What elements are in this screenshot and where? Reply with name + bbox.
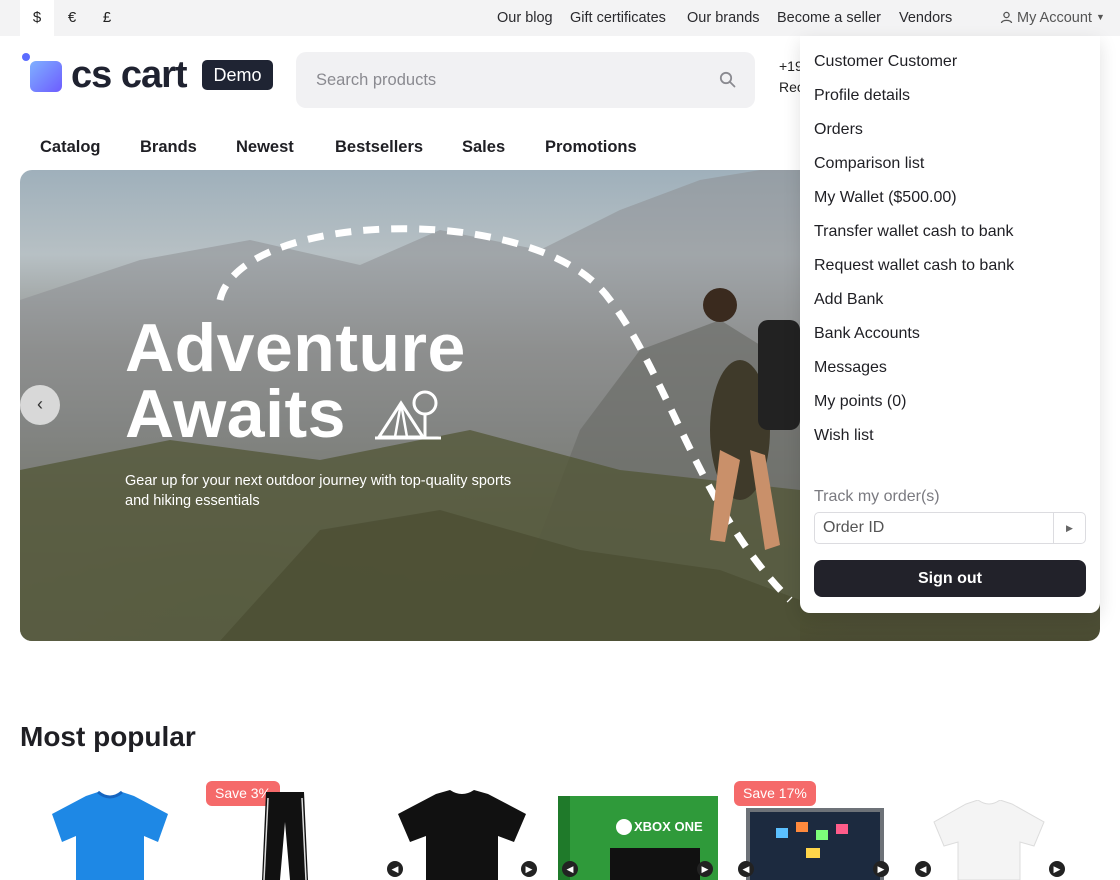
link-vendors[interactable]: Vendors — [899, 10, 952, 26]
user-icon — [1000, 11, 1013, 24]
hero-title: Adventure Awaits — [125, 310, 466, 448]
dropdown-item-add-bank[interactable]: Add Bank — [814, 291, 883, 309]
hero-prev-button[interactable]: ‹ — [20, 385, 60, 425]
search-bar — [296, 52, 755, 108]
dropdown-item-transfer-wallet[interactable]: Transfer wallet cash to bank — [814, 223, 1014, 241]
dropdown-item-bank-accounts[interactable]: Bank Accounts — [814, 325, 920, 343]
product-prev-button[interactable]: ◀ — [562, 861, 578, 877]
chevron-left-icon: ‹ — [37, 394, 43, 414]
top-bar: $ € £ Our blog Gift certificates Our bra… — [0, 0, 1120, 36]
product-next-button[interactable]: ▶ — [697, 861, 713, 877]
product-next-button[interactable]: ▶ — [1049, 861, 1065, 877]
logo-mark — [30, 61, 62, 92]
product-card-black-tshirt[interactable] — [394, 788, 530, 880]
track-order-submit-button[interactable]: ▶ — [1053, 513, 1085, 543]
link-gift-certificates[interactable]: Gift certificates — [570, 10, 666, 26]
white-tshirt-image — [933, 799, 1045, 880]
hero-title-line2-text: Awaits — [125, 376, 346, 452]
order-id-input[interactable] — [823, 518, 1043, 538]
search-input[interactable] — [316, 68, 696, 92]
nav-catalog[interactable]: Catalog — [40, 138, 101, 157]
phone-number: +19 — [779, 58, 800, 74]
product-card-smart-tv[interactable] — [746, 808, 884, 880]
dropdown-item-profile-details[interactable]: Profile details — [814, 87, 910, 105]
blue-tshirt-image — [52, 790, 168, 880]
product-card-xbox-one[interactable]: XBOX ONE — [558, 796, 718, 880]
my-account-button[interactable]: My Account ▼ — [1000, 10, 1105, 26]
hero-subtitle: Gear up for your next outdoor journey wi… — [125, 473, 512, 509]
product-next-button[interactable]: ▶ — [873, 861, 889, 877]
search-icon[interactable] — [719, 71, 736, 93]
currency-gbp[interactable]: £ — [90, 0, 124, 36]
link-our-brands[interactable]: Our brands — [687, 10, 760, 26]
nav-sales[interactable]: Sales — [462, 138, 505, 157]
dropdown-item-my-points[interactable]: My points (0) — [814, 393, 906, 411]
nav-brands[interactable]: Brands — [140, 138, 197, 157]
dropdown-item-wish-list[interactable]: Wish list — [814, 427, 874, 445]
xbox-label: XBOX ONE — [634, 819, 703, 834]
logo-text: cs cart — [71, 54, 188, 96]
link-become-seller[interactable]: Become a seller — [777, 10, 881, 26]
black-tshirt-image — [398, 790, 526, 880]
save-badge: Save 17% — [734, 781, 816, 806]
dropdown-item-messages[interactable]: Messages — [814, 359, 887, 377]
logo-dot — [22, 53, 30, 61]
play-right-icon: ▶ — [1066, 523, 1073, 533]
currency-eur[interactable]: € — [55, 0, 89, 36]
chevron-left-icon: ◀ — [919, 864, 927, 874]
product-card-white-tshirt[interactable] — [930, 799, 1048, 880]
chevron-left-icon: ◀ — [391, 864, 399, 874]
smart-tv-image — [746, 808, 884, 880]
nav-promotions[interactable]: Promotions — [545, 138, 637, 157]
chevron-right-icon: ▶ — [701, 864, 709, 874]
sign-out-button[interactable]: Sign out — [814, 560, 1086, 597]
dropdown-item-my-wallet[interactable]: My Wallet ($500.00) — [814, 189, 957, 207]
request-call-link[interactable]: Rec — [779, 79, 800, 95]
product-card-track-pants[interactable] — [260, 792, 310, 880]
product-prev-button[interactable]: ◀ — [915, 861, 931, 877]
account-dropdown: Customer Customer Profile details Orders… — [800, 36, 1100, 613]
xbox-box-image — [558, 796, 718, 880]
nav-bestsellers[interactable]: Bestsellers — [335, 138, 423, 157]
track-order-label: Track my order(s) — [814, 488, 940, 505]
nav-newest[interactable]: Newest — [236, 138, 294, 157]
dropdown-item-orders[interactable]: Orders — [814, 121, 863, 139]
product-prev-button[interactable]: ◀ — [738, 861, 754, 877]
track-pants-image — [262, 792, 308, 880]
chevron-right-icon: ▶ — [1053, 864, 1061, 874]
product-next-button[interactable]: ▶ — [521, 861, 537, 877]
hero-title-line1: Adventure — [125, 310, 466, 386]
tent-tree-icon — [375, 390, 442, 440]
product-prev-button[interactable]: ◀ — [387, 861, 403, 877]
dropdown-item-comparison-list[interactable]: Comparison list — [814, 155, 924, 173]
section-title-most-popular: Most popular — [20, 721, 196, 752]
currency-usd[interactable]: $ — [20, 0, 54, 36]
hero-title-line2: Awaits — [125, 380, 466, 448]
dropdown-item-request-wallet[interactable]: Request wallet cash to bank — [814, 257, 1014, 275]
link-our-blog[interactable]: Our blog — [497, 10, 553, 26]
chevron-left-icon: ◀ — [742, 864, 750, 874]
dropdown-item-customer-name[interactable]: Customer Customer — [814, 53, 957, 71]
chevron-left-icon: ◀ — [566, 864, 574, 874]
my-account-label: My Account — [1017, 10, 1092, 26]
caret-down-icon: ▼ — [1095, 12, 1105, 22]
product-card-blue-tshirt[interactable] — [48, 780, 172, 880]
order-id-field: ▶ — [814, 512, 1086, 544]
demo-badge: Demo — [202, 60, 273, 90]
chevron-right-icon: ▶ — [525, 864, 533, 874]
chevron-right-icon: ▶ — [877, 864, 885, 874]
